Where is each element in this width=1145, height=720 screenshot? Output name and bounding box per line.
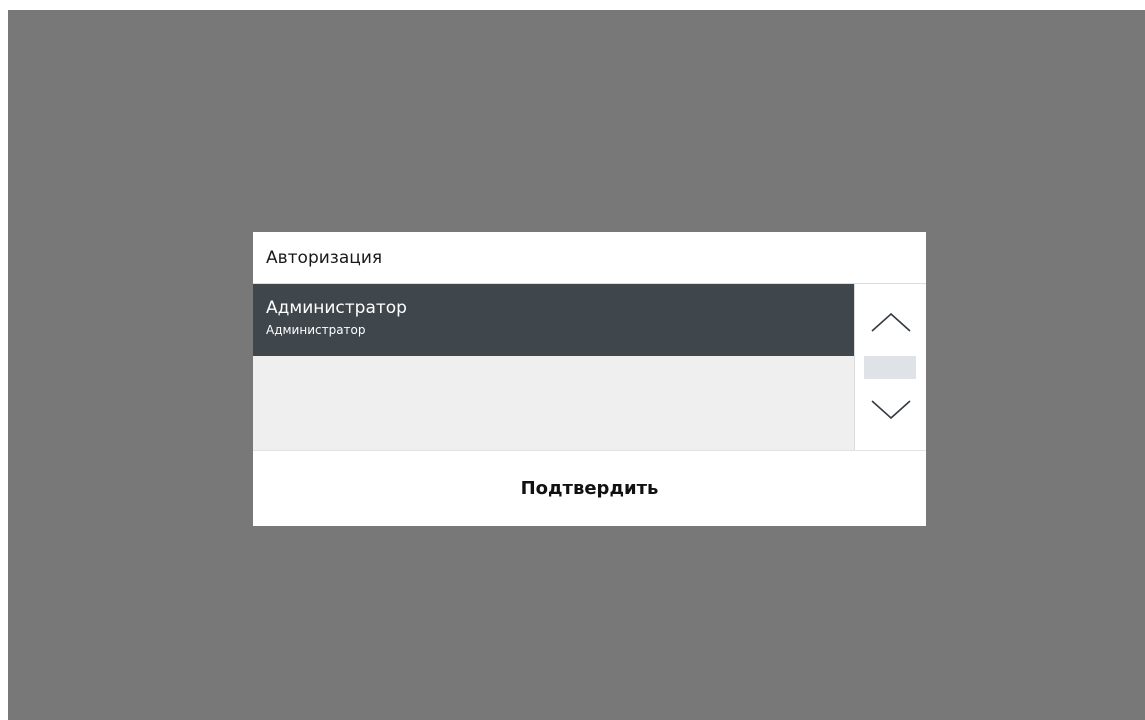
user-list: Администратор Администратор (253, 284, 854, 450)
scroll-panel (854, 284, 926, 450)
dialog-header: Авторизация (253, 232, 926, 284)
modal-overlay: Авторизация Администратор Администратор (8, 10, 1145, 720)
chevron-up-icon (871, 312, 911, 332)
scroll-up-button[interactable] (863, 302, 919, 342)
chevron-down-icon (871, 400, 911, 420)
authorization-dialog: Авторизация Администратор Администратор (253, 232, 926, 526)
dialog-title: Авторизация (266, 248, 383, 268)
confirm-button-label: Подтвердить (520, 478, 659, 499)
user-list-item-administrator[interactable]: Администратор Администратор (253, 284, 854, 356)
scroll-down-button[interactable] (863, 390, 919, 430)
scrollbar-thumb[interactable] (864, 356, 916, 379)
confirm-button[interactable]: Подтвердить (253, 450, 926, 526)
user-name: Администратор (266, 298, 407, 318)
user-role: Администратор (266, 323, 366, 337)
